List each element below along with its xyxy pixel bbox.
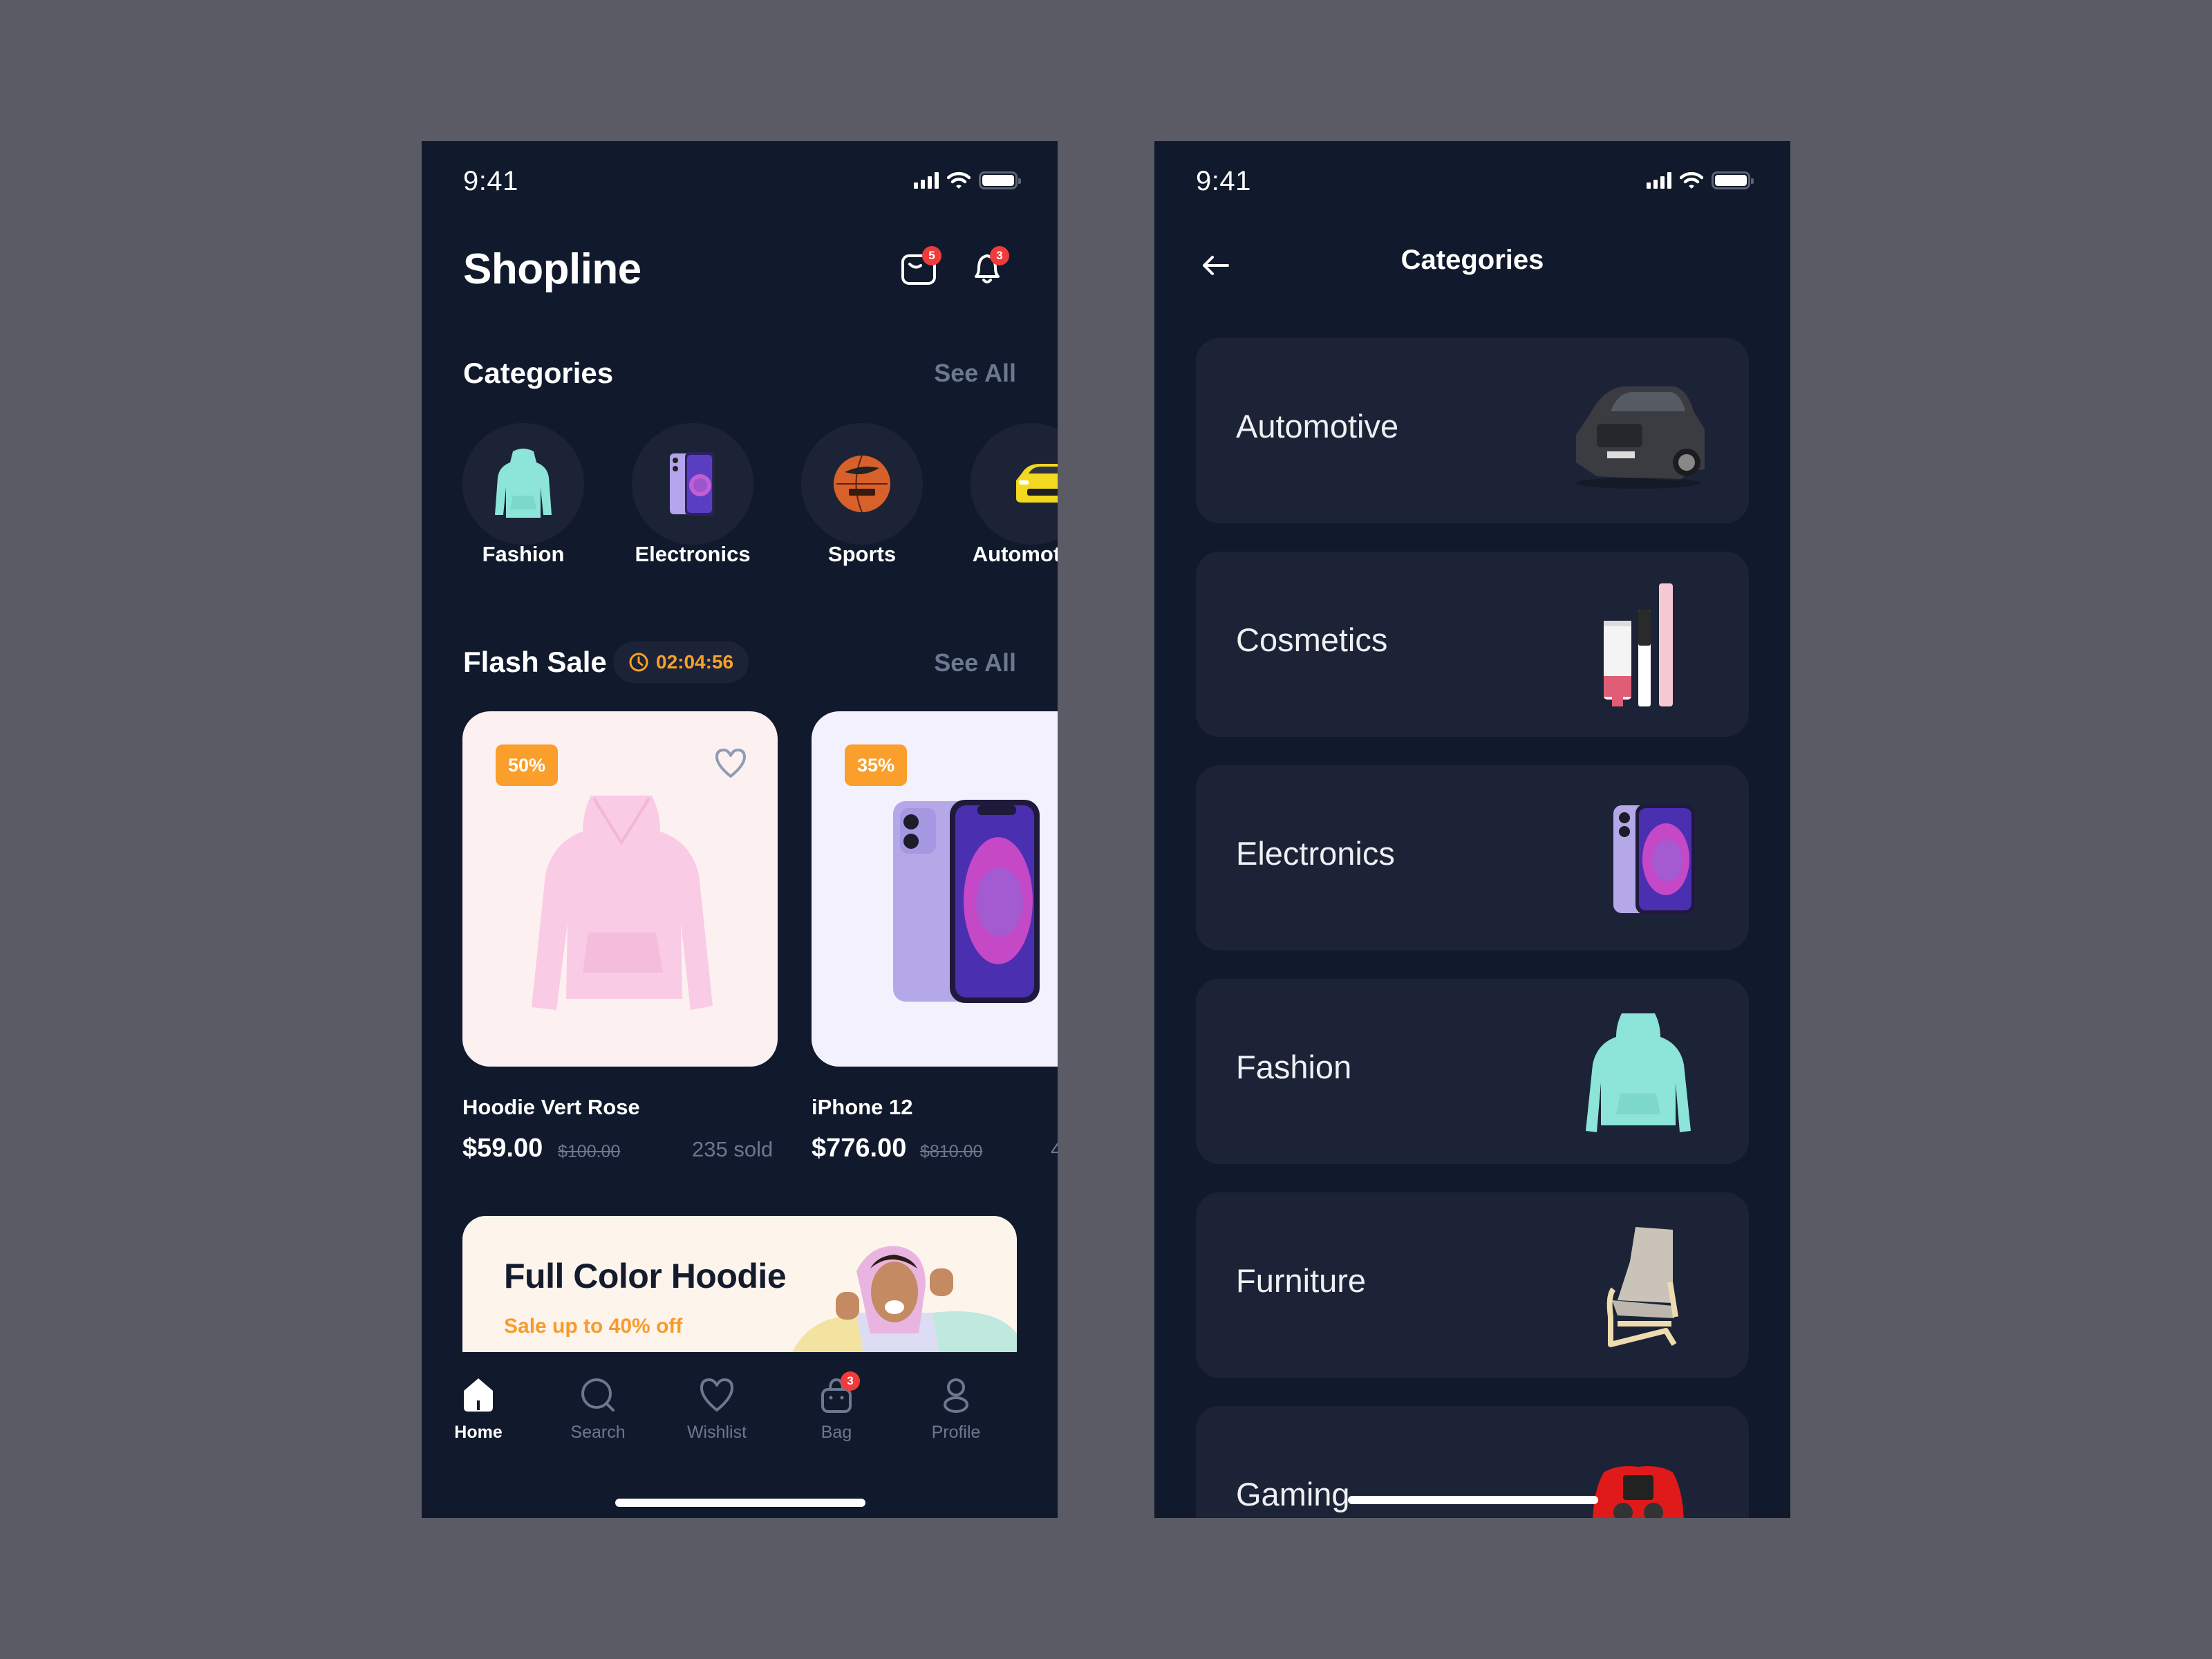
iphone-product-image bbox=[893, 800, 1040, 1003]
nav-label: Home bbox=[454, 1423, 503, 1442]
phone-icon bbox=[670, 452, 714, 516]
nav-bag[interactable]: 3 Bag bbox=[788, 1371, 885, 1443]
product-sold-count: 235 sold bbox=[692, 1137, 774, 1161]
wifi-icon bbox=[947, 171, 971, 189]
category-label: Sports bbox=[827, 542, 897, 566]
category-card-label: Gaming bbox=[1236, 1476, 1350, 1512]
category-card-electronics[interactable]: Electronics bbox=[1196, 765, 1749, 950]
category-card-label: Furniture bbox=[1236, 1262, 1367, 1299]
gamepad-icon bbox=[1593, 1466, 1684, 1518]
banner-title: Full Color Hoodie bbox=[504, 1257, 787, 1295]
bag-badge: 3 bbox=[841, 1371, 860, 1391]
nav-wishlist[interactable]: Wishlist bbox=[668, 1377, 765, 1443]
suv-icon bbox=[1576, 386, 1705, 489]
heart-icon bbox=[700, 1378, 733, 1412]
product-sold-count: 4 bbox=[1051, 1137, 1058, 1161]
product-card-hoodie[interactable]: 50% bbox=[462, 711, 778, 1067]
nav-profile[interactable]: Profile bbox=[908, 1377, 1004, 1443]
nav-search[interactable]: Search bbox=[550, 1377, 646, 1443]
home-indicator bbox=[1348, 1496, 1598, 1504]
hoodie-icon bbox=[495, 449, 552, 518]
product-old-price: $810.00 bbox=[920, 1142, 983, 1161]
product-card-iphone[interactable]: 35% bbox=[812, 711, 1058, 1067]
category-item-fashion[interactable] bbox=[462, 423, 584, 545]
category-item-sports[interactable] bbox=[801, 423, 923, 545]
hoodie-product-image bbox=[532, 796, 713, 1010]
banner-subtitle: Sale up to 40% off bbox=[504, 1315, 683, 1338]
profile-icon bbox=[944, 1378, 968, 1413]
basketball-icon bbox=[834, 455, 890, 513]
flash-sale-see-all-link[interactable]: See All bbox=[934, 648, 1016, 677]
category-card-automotive[interactable]: Automotive bbox=[1196, 338, 1749, 523]
product-name[interactable]: iPhone 12 bbox=[812, 1095, 912, 1120]
nav-home[interactable]: Home bbox=[430, 1377, 527, 1443]
category-card-cosmetics[interactable]: Cosmetics bbox=[1196, 552, 1749, 737]
category-card-furniture[interactable]: Furniture bbox=[1196, 1192, 1749, 1378]
car-icon bbox=[1016, 464, 1058, 503]
signal-icon bbox=[1647, 172, 1671, 189]
discount-badge: 35% bbox=[845, 744, 908, 786]
product-name[interactable]: Hoodie Vert Rose bbox=[462, 1095, 640, 1120]
search-icon bbox=[581, 1378, 615, 1412]
status-time: 9:41 bbox=[1196, 166, 1251, 196]
clock-icon bbox=[629, 653, 648, 672]
battery-icon bbox=[979, 171, 1021, 189]
page-title: Categories bbox=[1400, 245, 1544, 275]
chair-icon bbox=[1606, 1227, 1678, 1347]
notifications-button[interactable]: 3 bbox=[966, 246, 1009, 289]
categories-see-all-link[interactable]: See All bbox=[934, 359, 1016, 388]
category-label: Automotive bbox=[972, 542, 1058, 566]
status-time: 9:41 bbox=[463, 166, 518, 196]
status-icons bbox=[914, 171, 1021, 189]
category-card-label: Automotive bbox=[1236, 408, 1399, 444]
timer-value: 02:04:56 bbox=[656, 651, 734, 673]
messages-badge: 5 bbox=[922, 246, 941, 265]
category-item-automotive[interactable] bbox=[971, 423, 1058, 545]
category-item-electronics[interactable] bbox=[632, 423, 753, 545]
cosmetics-icon bbox=[1604, 583, 1673, 706]
category-card-label: Fashion bbox=[1236, 1049, 1352, 1085]
messages-button[interactable]: 5 bbox=[899, 246, 941, 289]
home-icon bbox=[464, 1378, 493, 1412]
phone-icon bbox=[1613, 804, 1695, 915]
category-card-label: Cosmetics bbox=[1236, 621, 1388, 658]
product-price: $59.00 bbox=[462, 1134, 543, 1163]
nav-label: Bag bbox=[821, 1423, 852, 1442]
category-card-label: Electronics bbox=[1236, 835, 1395, 872]
notifications-badge: 3 bbox=[990, 246, 1009, 265]
flash-sale-heading: Flash Sale bbox=[463, 646, 607, 678]
heart-icon[interactable] bbox=[714, 747, 747, 779]
home-indicator bbox=[615, 1499, 865, 1507]
category-label: Electronics bbox=[635, 542, 751, 566]
product-price: $776.00 bbox=[812, 1134, 907, 1163]
nav-label: Profile bbox=[931, 1423, 981, 1442]
countdown-timer: 02:04:56 bbox=[613, 641, 749, 683]
home-screen: 9:41 Shopline 5 3 Categories See All Fas… bbox=[422, 141, 1058, 1518]
app-title: Shopline bbox=[463, 245, 641, 293]
wifi-icon bbox=[1680, 171, 1703, 189]
bottom-nav: Home Search Wishlist 3 Bag Profile bbox=[422, 1352, 1058, 1518]
discount-badge: 50% bbox=[496, 744, 559, 786]
battery-icon bbox=[1712, 171, 1754, 189]
status-icons bbox=[1647, 171, 1754, 189]
hoodie-icon bbox=[1586, 1013, 1691, 1132]
category-card-fashion[interactable]: Fashion bbox=[1196, 979, 1749, 1164]
categories-screen: 9:41 Categories Automotive Cosmetics Ele… bbox=[1154, 141, 1790, 1518]
signal-icon bbox=[914, 172, 939, 189]
categories-heading: Categories bbox=[463, 357, 614, 389]
nav-label: Wishlist bbox=[686, 1423, 747, 1442]
nav-label: Search bbox=[570, 1423, 626, 1442]
product-old-price: $100.00 bbox=[558, 1142, 621, 1161]
category-label: Fashion bbox=[482, 542, 565, 566]
